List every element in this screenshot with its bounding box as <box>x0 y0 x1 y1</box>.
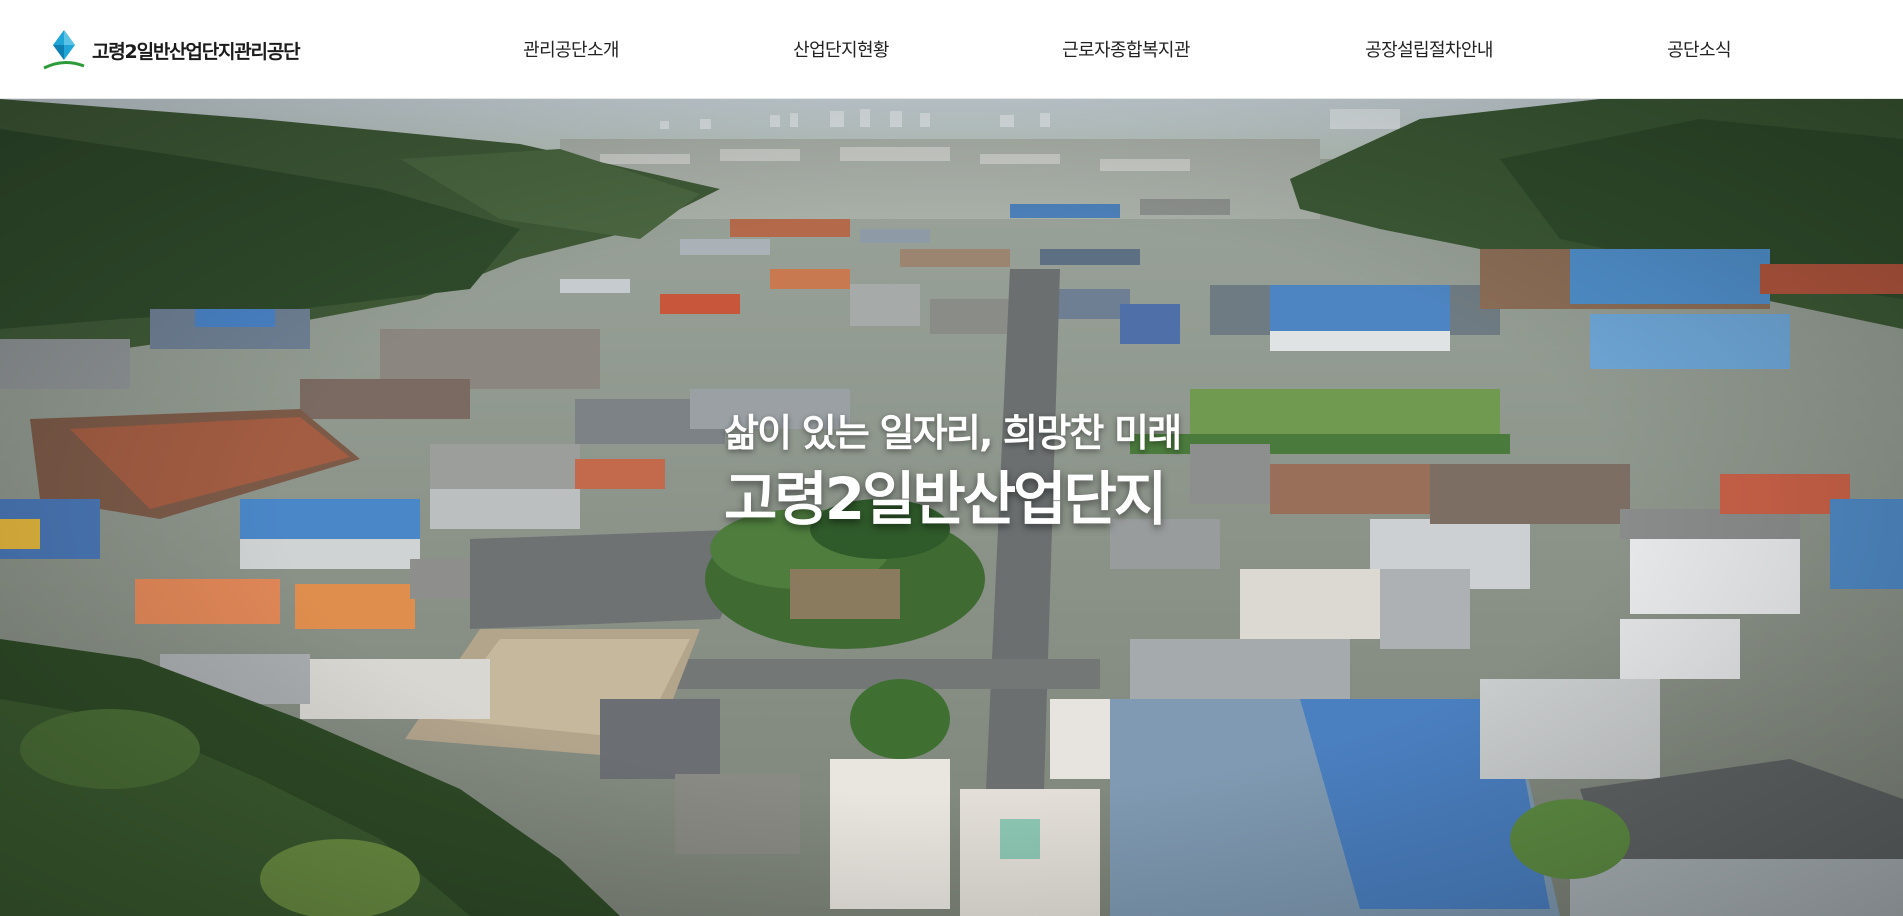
nav-item-news[interactable]: 공단소식 <box>1667 36 1731 62</box>
nav-item-welfare-center[interactable]: 근로자종합복지관 <box>1062 36 1190 62</box>
nav-item-factory-guide[interactable]: 공장설립절차안내 <box>1365 36 1493 62</box>
nav-item-complex-status[interactable]: 산업단지현황 <box>793 36 889 62</box>
site-header: 고령2일반산업단지관리공단 관리공단소개 산업단지현황 근로자종합복지관 공장설… <box>0 0 1903 99</box>
hero-banner: 삶이 있는 일자리, 희망찬 미래 고령2일반산업단지 <box>0 99 1903 916</box>
nav-item-about[interactable]: 관리공단소개 <box>523 36 619 62</box>
aerial-industrial-complex-image <box>0 99 1903 916</box>
main-navigation: 관리공단소개 산업단지현황 근로자종합복지관 공장설립절차안내 공단소식 <box>0 0 1903 99</box>
